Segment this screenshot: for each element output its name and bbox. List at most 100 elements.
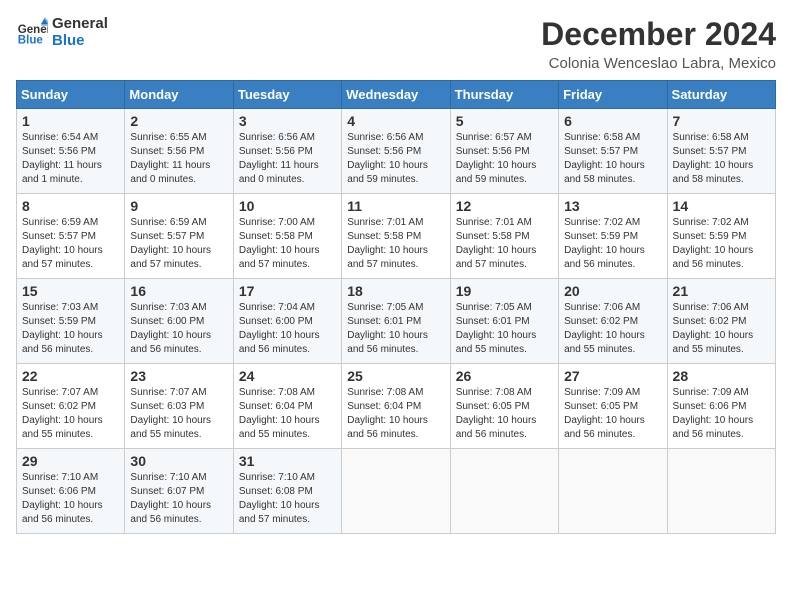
day-info: Sunrise: 6:57 AMSunset: 5:56 PMDaylight:…: [456, 131, 553, 187]
logo-blue: Blue: [52, 33, 108, 50]
logo: General Blue General Blue: [16, 16, 108, 49]
day-info: Sunrise: 6:58 AMSunset: 5:57 PMDaylight:…: [564, 131, 661, 187]
calendar-header-row: Sunday Monday Tuesday Wednesday Thursday…: [17, 81, 776, 109]
day-info: Sunrise: 7:01 AMSunset: 5:58 PMDaylight:…: [456, 216, 553, 272]
day-info: Sunrise: 7:03 AMSunset: 5:59 PMDaylight:…: [22, 301, 119, 357]
table-row: 8 Sunrise: 6:59 AMSunset: 5:57 PMDaylight…: [17, 194, 125, 279]
day-info: Sunrise: 7:03 AMSunset: 6:00 PMDaylight:…: [130, 301, 227, 357]
day-number: 27: [564, 368, 661, 384]
day-number: 15: [22, 283, 119, 299]
header-saturday: Saturday: [667, 81, 775, 109]
table-row: 1 Sunrise: 6:54 AMSunset: 5:56 PMDaylight…: [17, 109, 125, 194]
calendar-week-row: 22 Sunrise: 7:07 AMSunset: 6:02 PMDayligh…: [17, 364, 776, 449]
day-number: 10: [239, 198, 336, 214]
header-tuesday: Tuesday: [233, 81, 341, 109]
table-row: 30Sunrise: 7:10 AMSunset: 6:07 PMDayligh…: [125, 449, 233, 534]
table-row: 18Sunrise: 7:05 AMSunset: 6:01 PMDayligh…: [342, 279, 450, 364]
table-row: 13Sunrise: 7:02 AMSunset: 5:59 PMDayligh…: [559, 194, 667, 279]
day-info: Sunrise: 7:08 AMSunset: 6:05 PMDaylight:…: [456, 386, 553, 442]
table-row: [667, 449, 775, 534]
table-row: 28Sunrise: 7:09 AMSunset: 6:06 PMDayligh…: [667, 364, 775, 449]
table-row: 23 Sunrise: 7:07 AMSunset: 6:03 PMDayligh…: [125, 364, 233, 449]
day-info: Sunrise: 6:55 AMSunset: 5:56 PMDaylight:…: [130, 131, 227, 187]
table-row: 3Sunrise: 6:56 AMSunset: 5:56 PMDaylight…: [233, 109, 341, 194]
day-number: 24: [239, 368, 336, 384]
table-row: 5 Sunrise: 6:57 AMSunset: 5:56 PMDaylight…: [450, 109, 558, 194]
header-sunday: Sunday: [17, 81, 125, 109]
day-number: 21: [673, 283, 770, 299]
header-thursday: Thursday: [450, 81, 558, 109]
day-info: Sunrise: 7:06 AMSunset: 6:02 PMDaylight:…: [564, 301, 661, 357]
table-row: 21 Sunrise: 7:06 AMSunset: 6:02 PMDayligh…: [667, 279, 775, 364]
day-number: 5: [456, 113, 553, 129]
calendar-week-row: 29 Sunrise: 7:10 AMSunset: 6:06 PMDayligh…: [17, 449, 776, 534]
calendar-week-row: 15 Sunrise: 7:03 AMSunset: 5:59 PMDayligh…: [17, 279, 776, 364]
table-row: 17Sunrise: 7:04 AMSunset: 6:00 PMDayligh…: [233, 279, 341, 364]
day-info: Sunrise: 7:05 AMSunset: 6:01 PMDaylight:…: [456, 301, 553, 357]
day-number: 16: [130, 283, 227, 299]
day-number: 8: [22, 198, 119, 214]
table-row: 22 Sunrise: 7:07 AMSunset: 6:02 PMDayligh…: [17, 364, 125, 449]
day-number: 2: [130, 113, 227, 129]
table-row: 19 Sunrise: 7:05 AMSunset: 6:01 PMDayligh…: [450, 279, 558, 364]
day-number: 7: [673, 113, 770, 129]
header-monday: Monday: [125, 81, 233, 109]
header-friday: Friday: [559, 81, 667, 109]
day-number: 13: [564, 198, 661, 214]
table-row: 16 Sunrise: 7:03 AMSunset: 6:00 PMDayligh…: [125, 279, 233, 364]
header-wednesday: Wednesday: [342, 81, 450, 109]
day-number: 22: [22, 368, 119, 384]
table-row: 14 Sunrise: 7:02 AMSunset: 5:59 PMDayligh…: [667, 194, 775, 279]
day-number: 29: [22, 453, 119, 469]
day-info: Sunrise: 7:10 AMSunset: 6:08 PMDaylight:…: [239, 471, 336, 527]
svg-text:Blue: Blue: [18, 34, 44, 46]
day-number: 26: [456, 368, 553, 384]
day-number: 17: [239, 283, 336, 299]
table-row: 7 Sunrise: 6:58 AMSunset: 5:57 PMDaylight…: [667, 109, 775, 194]
day-info: Sunrise: 7:08 AMSunset: 6:04 PMDaylight:…: [239, 386, 336, 442]
day-info: Sunrise: 7:01 AMSunset: 5:58 PMDaylight:…: [347, 216, 444, 272]
day-number: 23: [130, 368, 227, 384]
logo-icon: General Blue: [16, 17, 48, 49]
day-number: 18: [347, 283, 444, 299]
day-info: Sunrise: 7:07 AMSunset: 6:03 PMDaylight:…: [130, 386, 227, 442]
table-row: 4Sunrise: 6:56 AMSunset: 5:56 PMDaylight…: [342, 109, 450, 194]
day-number: 12: [456, 198, 553, 214]
day-info: Sunrise: 7:02 AMSunset: 5:59 PMDaylight:…: [673, 216, 770, 272]
day-info: Sunrise: 6:59 AMSunset: 5:57 PMDaylight:…: [22, 216, 119, 272]
day-info: Sunrise: 7:10 AMSunset: 6:07 PMDaylight:…: [130, 471, 227, 527]
day-info: Sunrise: 7:07 AMSunset: 6:02 PMDaylight:…: [22, 386, 119, 442]
table-row: 26 Sunrise: 7:08 AMSunset: 6:05 PMDayligh…: [450, 364, 558, 449]
table-row: 27 Sunrise: 7:09 AMSunset: 6:05 PMDayligh…: [559, 364, 667, 449]
day-info: Sunrise: 7:00 AMSunset: 5:58 PMDaylight:…: [239, 216, 336, 272]
table-row: 29 Sunrise: 7:10 AMSunset: 6:06 PMDayligh…: [17, 449, 125, 534]
day-number: 11: [347, 198, 444, 214]
day-info: Sunrise: 7:06 AMSunset: 6:02 PMDaylight:…: [673, 301, 770, 357]
day-info: Sunrise: 6:58 AMSunset: 5:57 PMDaylight:…: [673, 131, 770, 187]
table-row: [559, 449, 667, 534]
day-info: Sunrise: 7:08 AMSunset: 6:04 PMDaylight:…: [347, 386, 444, 442]
day-info: Sunrise: 7:09 AMSunset: 6:05 PMDaylight:…: [564, 386, 661, 442]
day-info: Sunrise: 6:59 AMSunset: 5:57 PMDaylight:…: [130, 216, 227, 272]
table-row: 24 Sunrise: 7:08 AMSunset: 6:04 PMDayligh…: [233, 364, 341, 449]
day-number: 9: [130, 198, 227, 214]
calendar-table: Sunday Monday Tuesday Wednesday Thursday…: [16, 80, 776, 534]
calendar-week-row: 8 Sunrise: 6:59 AMSunset: 5:57 PMDaylight…: [17, 194, 776, 279]
day-number: 20: [564, 283, 661, 299]
day-number: 1: [22, 113, 119, 129]
table-row: [342, 449, 450, 534]
day-info: Sunrise: 6:54 AMSunset: 5:56 PMDaylight:…: [22, 131, 119, 187]
table-row: 10 Sunrise: 7:00 AMSunset: 5:58 PMDayligh…: [233, 194, 341, 279]
table-row: 2 Sunrise: 6:55 AMSunset: 5:56 PMDaylight…: [125, 109, 233, 194]
table-row: 9 Sunrise: 6:59 AMSunset: 5:57 PMDaylight…: [125, 194, 233, 279]
day-number: 14: [673, 198, 770, 214]
day-info: Sunrise: 6:56 AMSunset: 5:56 PMDaylight:…: [239, 131, 336, 187]
title-block: December 2024 Colonia Wenceslao Labra, M…: [541, 16, 776, 72]
page-header: General Blue General Blue December 2024 …: [16, 16, 776, 72]
day-number: 31: [239, 453, 336, 469]
table-row: 25Sunrise: 7:08 AMSunset: 6:04 PMDayligh…: [342, 364, 450, 449]
table-row: 31 Sunrise: 7:10 AMSunset: 6:08 PMDayligh…: [233, 449, 341, 534]
day-info: Sunrise: 7:10 AMSunset: 6:06 PMDaylight:…: [22, 471, 119, 527]
table-row: 20 Sunrise: 7:06 AMSunset: 6:02 PMDayligh…: [559, 279, 667, 364]
day-number: 19: [456, 283, 553, 299]
